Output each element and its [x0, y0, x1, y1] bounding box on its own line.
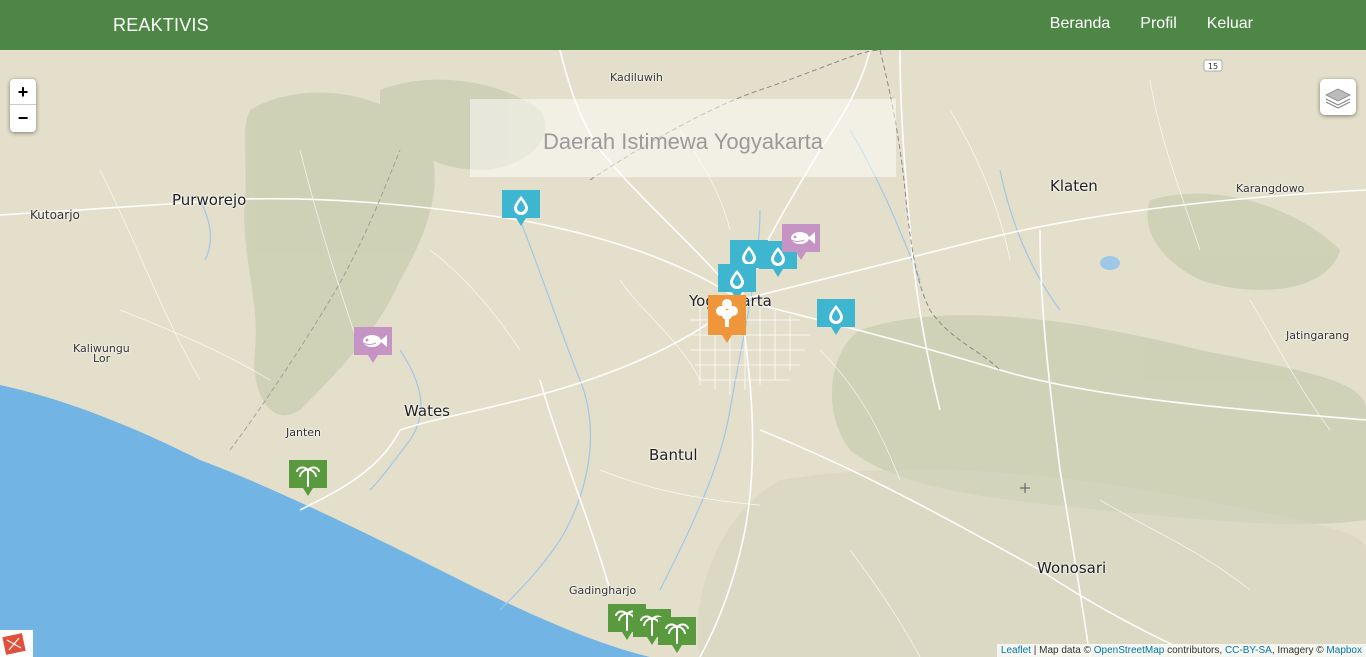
place-gadingharjo: Gadingharjo — [569, 584, 637, 597]
place-kadiluwih: Kadiluwih — [610, 71, 663, 84]
layers-button[interactable] — [1320, 79, 1356, 115]
place-kutoarjo: Kutoarjo — [30, 208, 80, 222]
map-canvas[interactable]: 15 Kadiluwih Klaten Karangdowo Purworejo… — [0, 50, 1366, 657]
place-karangdowo: Karangdowo — [1236, 182, 1305, 195]
license-link[interactable]: CC-BY-SA — [1225, 645, 1272, 656]
place-janten: Janten — [286, 426, 322, 439]
map-logo-icon — [2, 633, 26, 655]
brand-logo[interactable]: REAKTIVIS — [113, 15, 209, 36]
road-shield: 15 — [1208, 62, 1218, 71]
map-logo[interactable] — [0, 630, 33, 657]
marker-palm[interactable] — [658, 617, 696, 655]
place-jatingarang: Jatingarang — [1286, 329, 1350, 342]
marker-water[interactable] — [502, 190, 540, 228]
nav-beranda[interactable]: Beranda — [1050, 15, 1111, 33]
zoom-control: + − — [10, 79, 36, 132]
region-label: Daerah Istimewa Yogyakarta — [470, 99, 896, 177]
mapbox-link[interactable]: Mapbox — [1326, 645, 1362, 656]
marker-fish[interactable] — [354, 327, 392, 365]
place-wates: Wates — [404, 402, 450, 420]
zoom-out-button[interactable]: − — [10, 105, 36, 131]
map-attribution: Leaflet | Map data © OpenStreetMap contr… — [996, 644, 1366, 657]
place-purworejo: Purworejo — [172, 191, 247, 209]
marker-tree[interactable] — [708, 295, 746, 345]
nav-profil[interactable]: Profil — [1140, 15, 1176, 33]
place-wonosari: Wonosari — [1037, 559, 1107, 577]
layers-icon — [1325, 88, 1351, 109]
attribution-contrib: contributors, — [1164, 645, 1225, 656]
navbar: REAKTIVIS Beranda Profil Keluar — [0, 0, 1366, 50]
leaflet-link[interactable]: Leaflet — [1001, 645, 1031, 656]
attribution-imagery: , Imagery © — [1271, 645, 1327, 656]
zoom-in-button[interactable]: + — [10, 79, 36, 105]
marker-water[interactable] — [817, 299, 855, 337]
marker-fish[interactable] — [782, 224, 820, 262]
osm-link[interactable]: OpenStreetMap — [1094, 645, 1165, 656]
place-bantul: Bantul — [649, 446, 698, 464]
attribution-sep: | Map data © — [1030, 645, 1094, 656]
place-lor: Lor — [93, 352, 111, 365]
nav-links: Beranda Profil Keluar — [1050, 15, 1253, 33]
place-klaten: Klaten — [1050, 177, 1098, 195]
nav-keluar[interactable]: Keluar — [1207, 15, 1253, 33]
marker-palm[interactable] — [289, 460, 327, 498]
